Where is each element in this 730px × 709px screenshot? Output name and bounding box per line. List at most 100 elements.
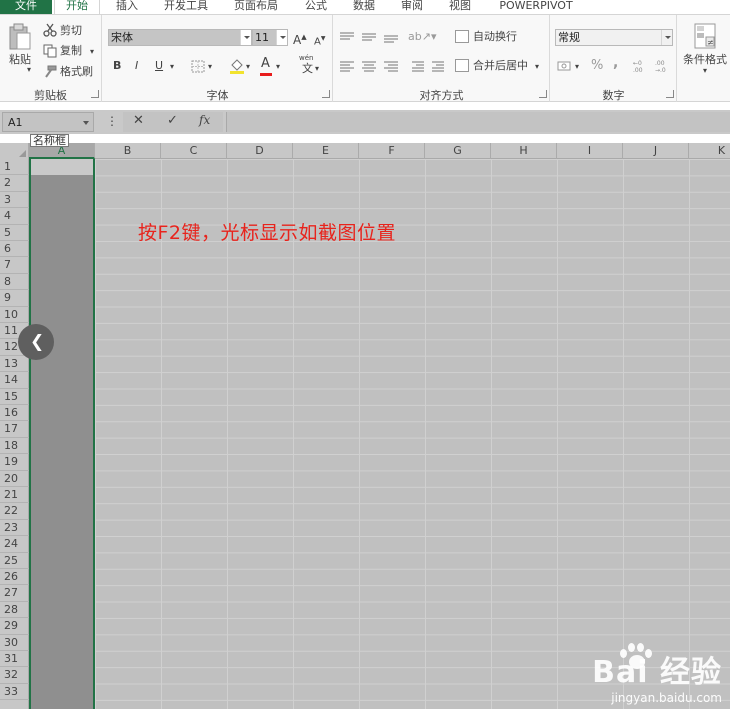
grow-font-icon[interactable]: A▲ [293,30,307,47]
alignment-launcher-icon[interactable] [539,90,547,98]
row-header-27[interactable]: 27 [0,585,29,602]
percent-button[interactable]: % [591,59,603,73]
conditional-format-dropdown-icon[interactable]: ▾ [703,64,707,78]
row-header-31[interactable]: 31 [0,651,29,668]
column-header-d[interactable]: D [227,143,293,159]
row-header-33[interactable]: 33 [0,684,29,701]
row-header-9[interactable]: 9 [0,290,29,307]
format-painter-icon[interactable] [43,65,57,79]
copy-button[interactable]: 复制 [60,44,82,58]
select-all-corner[interactable] [0,143,29,159]
cut-icon[interactable] [43,23,57,37]
tab-review[interactable]: 审阅 [398,0,426,14]
cut-button[interactable]: 剪切 [60,24,82,38]
row-header-4[interactable]: 4 [0,208,29,225]
row-header-5[interactable]: 5 [0,225,29,241]
column-header-h[interactable]: H [491,143,557,159]
font-launcher-icon[interactable] [322,90,330,98]
copy-icon[interactable] [43,44,57,58]
tab-formulas[interactable]: 公式 [302,0,330,14]
row-header-13[interactable]: 13 [0,356,29,373]
back-button[interactable]: ❮ [18,324,54,360]
formula-input[interactable] [226,112,730,132]
column-header-k[interactable]: K [689,143,730,159]
font-size-dropdown-icon[interactable] [276,30,287,45]
merge-center-icon[interactable] [455,59,469,72]
border-dropdown-icon[interactable]: ▾ [208,60,212,74]
column-header-e[interactable]: E [293,143,359,159]
wrap-text-button[interactable]: 自动换行 [473,30,517,44]
phonetic-dropdown-icon[interactable]: ▾ [315,62,319,76]
number-launcher-icon[interactable] [666,90,674,98]
name-box-dropdown-icon[interactable] [83,121,89,125]
row-header-16[interactable]: 16 [0,405,29,422]
horizontal-align-icons[interactable] [340,61,444,73]
row-header-15[interactable]: 15 [0,389,29,405]
underline-button[interactable]: U [155,59,163,73]
row-header-1[interactable]: 1 [0,159,29,176]
decimal-buttons-icon[interactable]: ←0 .00 .00 →.0 [633,59,673,73]
border-icon[interactable] [191,60,205,73]
row-header-6[interactable]: 6 [0,241,29,258]
column-header-b[interactable]: B [95,143,161,159]
row-header-28[interactable]: 28 [0,602,29,619]
fill-color-dropdown-icon[interactable]: ▾ [246,60,250,74]
format-painter-button[interactable]: 格式刷 [60,65,93,79]
row-header-29[interactable]: 29 [0,618,29,635]
row-header-23[interactable]: 23 [0,520,29,537]
row-header-3[interactable]: 3 [0,192,29,209]
column-header-j[interactable]: J [623,143,689,159]
tab-data[interactable]: 数据 [350,0,378,14]
column-header-f[interactable]: F [359,143,425,159]
tab-file[interactable]: 文件 [0,0,52,14]
number-format-combo[interactable]: 常规 [555,29,673,46]
row-header-30[interactable]: 30 [0,635,29,651]
phonetic-label[interactable]: wén [299,54,313,62]
row-header-32[interactable]: 32 [0,667,29,684]
orientation-icon[interactable]: ab↗▾ [408,30,436,44]
number-format-dropdown-icon[interactable] [661,30,672,45]
copy-dropdown-icon[interactable]: ▾ [90,45,94,59]
clipboard-launcher-icon[interactable] [91,90,99,98]
confirm-icon[interactable]: ✓ [167,113,178,128]
more-options-icon[interactable]: ⋮ [106,114,118,128]
font-name-dropdown-icon[interactable] [240,30,251,45]
row-header-24[interactable]: 24 [0,536,29,553]
vertical-align-icons[interactable] [340,31,402,43]
bold-button[interactable]: B [113,59,121,73]
row-header-17[interactable]: 17 [0,421,29,438]
tab-page-layout[interactable]: 页面布局 [230,0,282,14]
column-header-i[interactable]: I [557,143,623,159]
column-header-g[interactable]: G [425,143,491,159]
column-header-c[interactable]: C [161,143,227,159]
row-header-14[interactable]: 14 [0,372,29,389]
paste-dropdown-icon[interactable]: ▾ [27,63,31,77]
tab-insert[interactable]: 插入 [112,0,142,14]
cancel-icon[interactable]: ✕ [133,113,144,128]
row-header-19[interactable]: 19 [0,454,29,471]
phonetic-char[interactable]: 文 [302,62,313,76]
row-header-22[interactable]: 22 [0,503,29,520]
row-header-18[interactable]: 18 [0,438,29,455]
wrap-text-icon[interactable] [455,30,469,43]
fill-color-icon[interactable] [229,57,245,74]
font-color-button[interactable]: A [261,57,270,71]
row-header-10[interactable]: 10 [0,307,29,323]
font-size-combo[interactable]: 11 [252,29,288,46]
row-header-25[interactable]: 25 [0,553,29,569]
worksheet-grid[interactable]: ABCDEFGHIJK 1 2 3 4 5 6 7 8 9 10 11 12 13 14 15 16 17 18 1… [0,143,730,709]
underline-dropdown-icon[interactable]: ▾ [170,60,174,74]
row-header-26[interactable]: 26 [0,569,29,586]
paste-icon[interactable] [8,23,32,51]
active-cell-a1[interactable] [31,159,93,175]
tab-powerpivot[interactable]: POWERPIVOT [494,0,578,14]
accounting-format-icon[interactable] [557,60,573,73]
merge-center-button[interactable]: 合并后居中 [473,59,528,73]
insert-function-icon[interactable]: fx [199,113,210,127]
shrink-font-icon[interactable]: A▼ [314,32,325,49]
row-header-2[interactable]: 2 [0,175,29,192]
name-box[interactable]: A1 [2,112,94,132]
accounting-dropdown-icon[interactable]: ▾ [575,60,579,74]
tab-developer[interactable]: 开发工具 [160,0,212,14]
italic-button[interactable]: I [135,59,138,73]
